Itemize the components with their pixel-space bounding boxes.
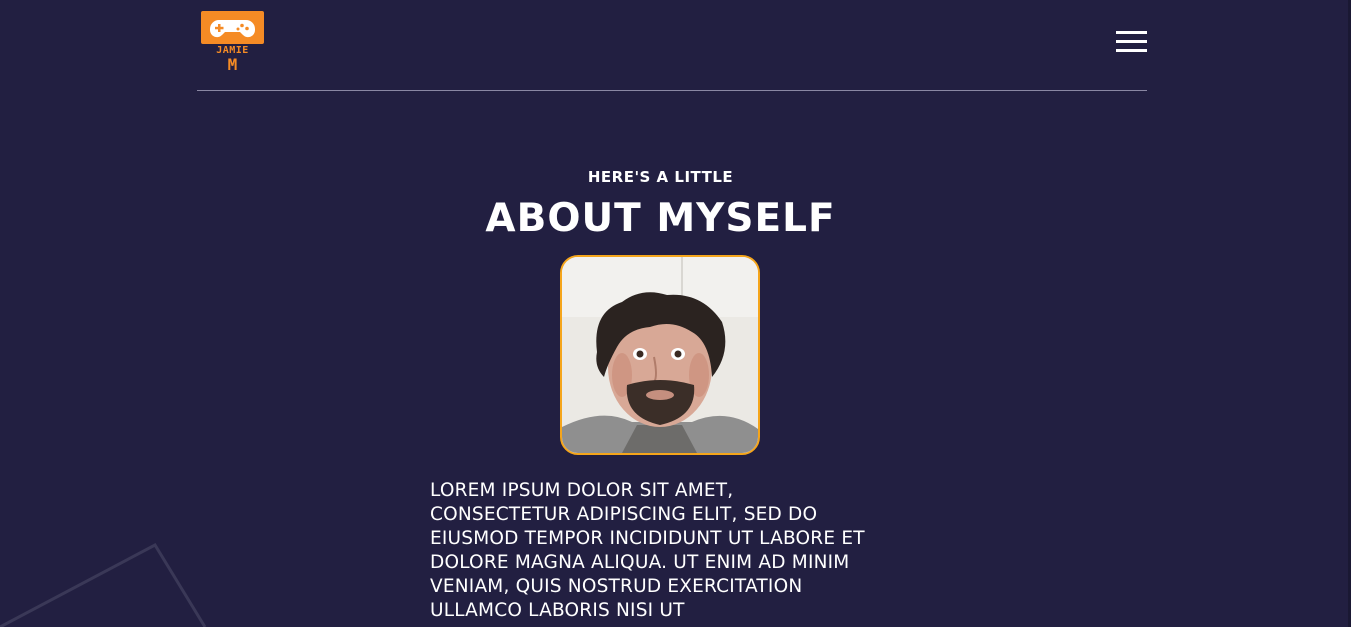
gamepad-icon <box>201 11 264 44</box>
logo-text-bottom: M <box>227 55 238 74</box>
section-eyebrow: HERE'S A LITTLE <box>587 168 734 186</box>
hamburger-menu-icon[interactable] <box>1116 31 1147 53</box>
section-title: ABOUT MYSELF <box>485 196 836 241</box>
profile-photo <box>560 255 760 455</box>
site-logo[interactable]: JAMIE M <box>201 11 264 73</box>
site-header: JAMIE M <box>197 0 1147 91</box>
person-portrait-icon <box>562 257 758 453</box>
about-bio-text: LOREM IPSUM DOLOR SIT AMET, CONSECTETUR … <box>430 480 865 621</box>
about-page: JAMIE M HERE'S A LITTLE ABOUT MYSELF LOR… <box>0 0 1351 627</box>
